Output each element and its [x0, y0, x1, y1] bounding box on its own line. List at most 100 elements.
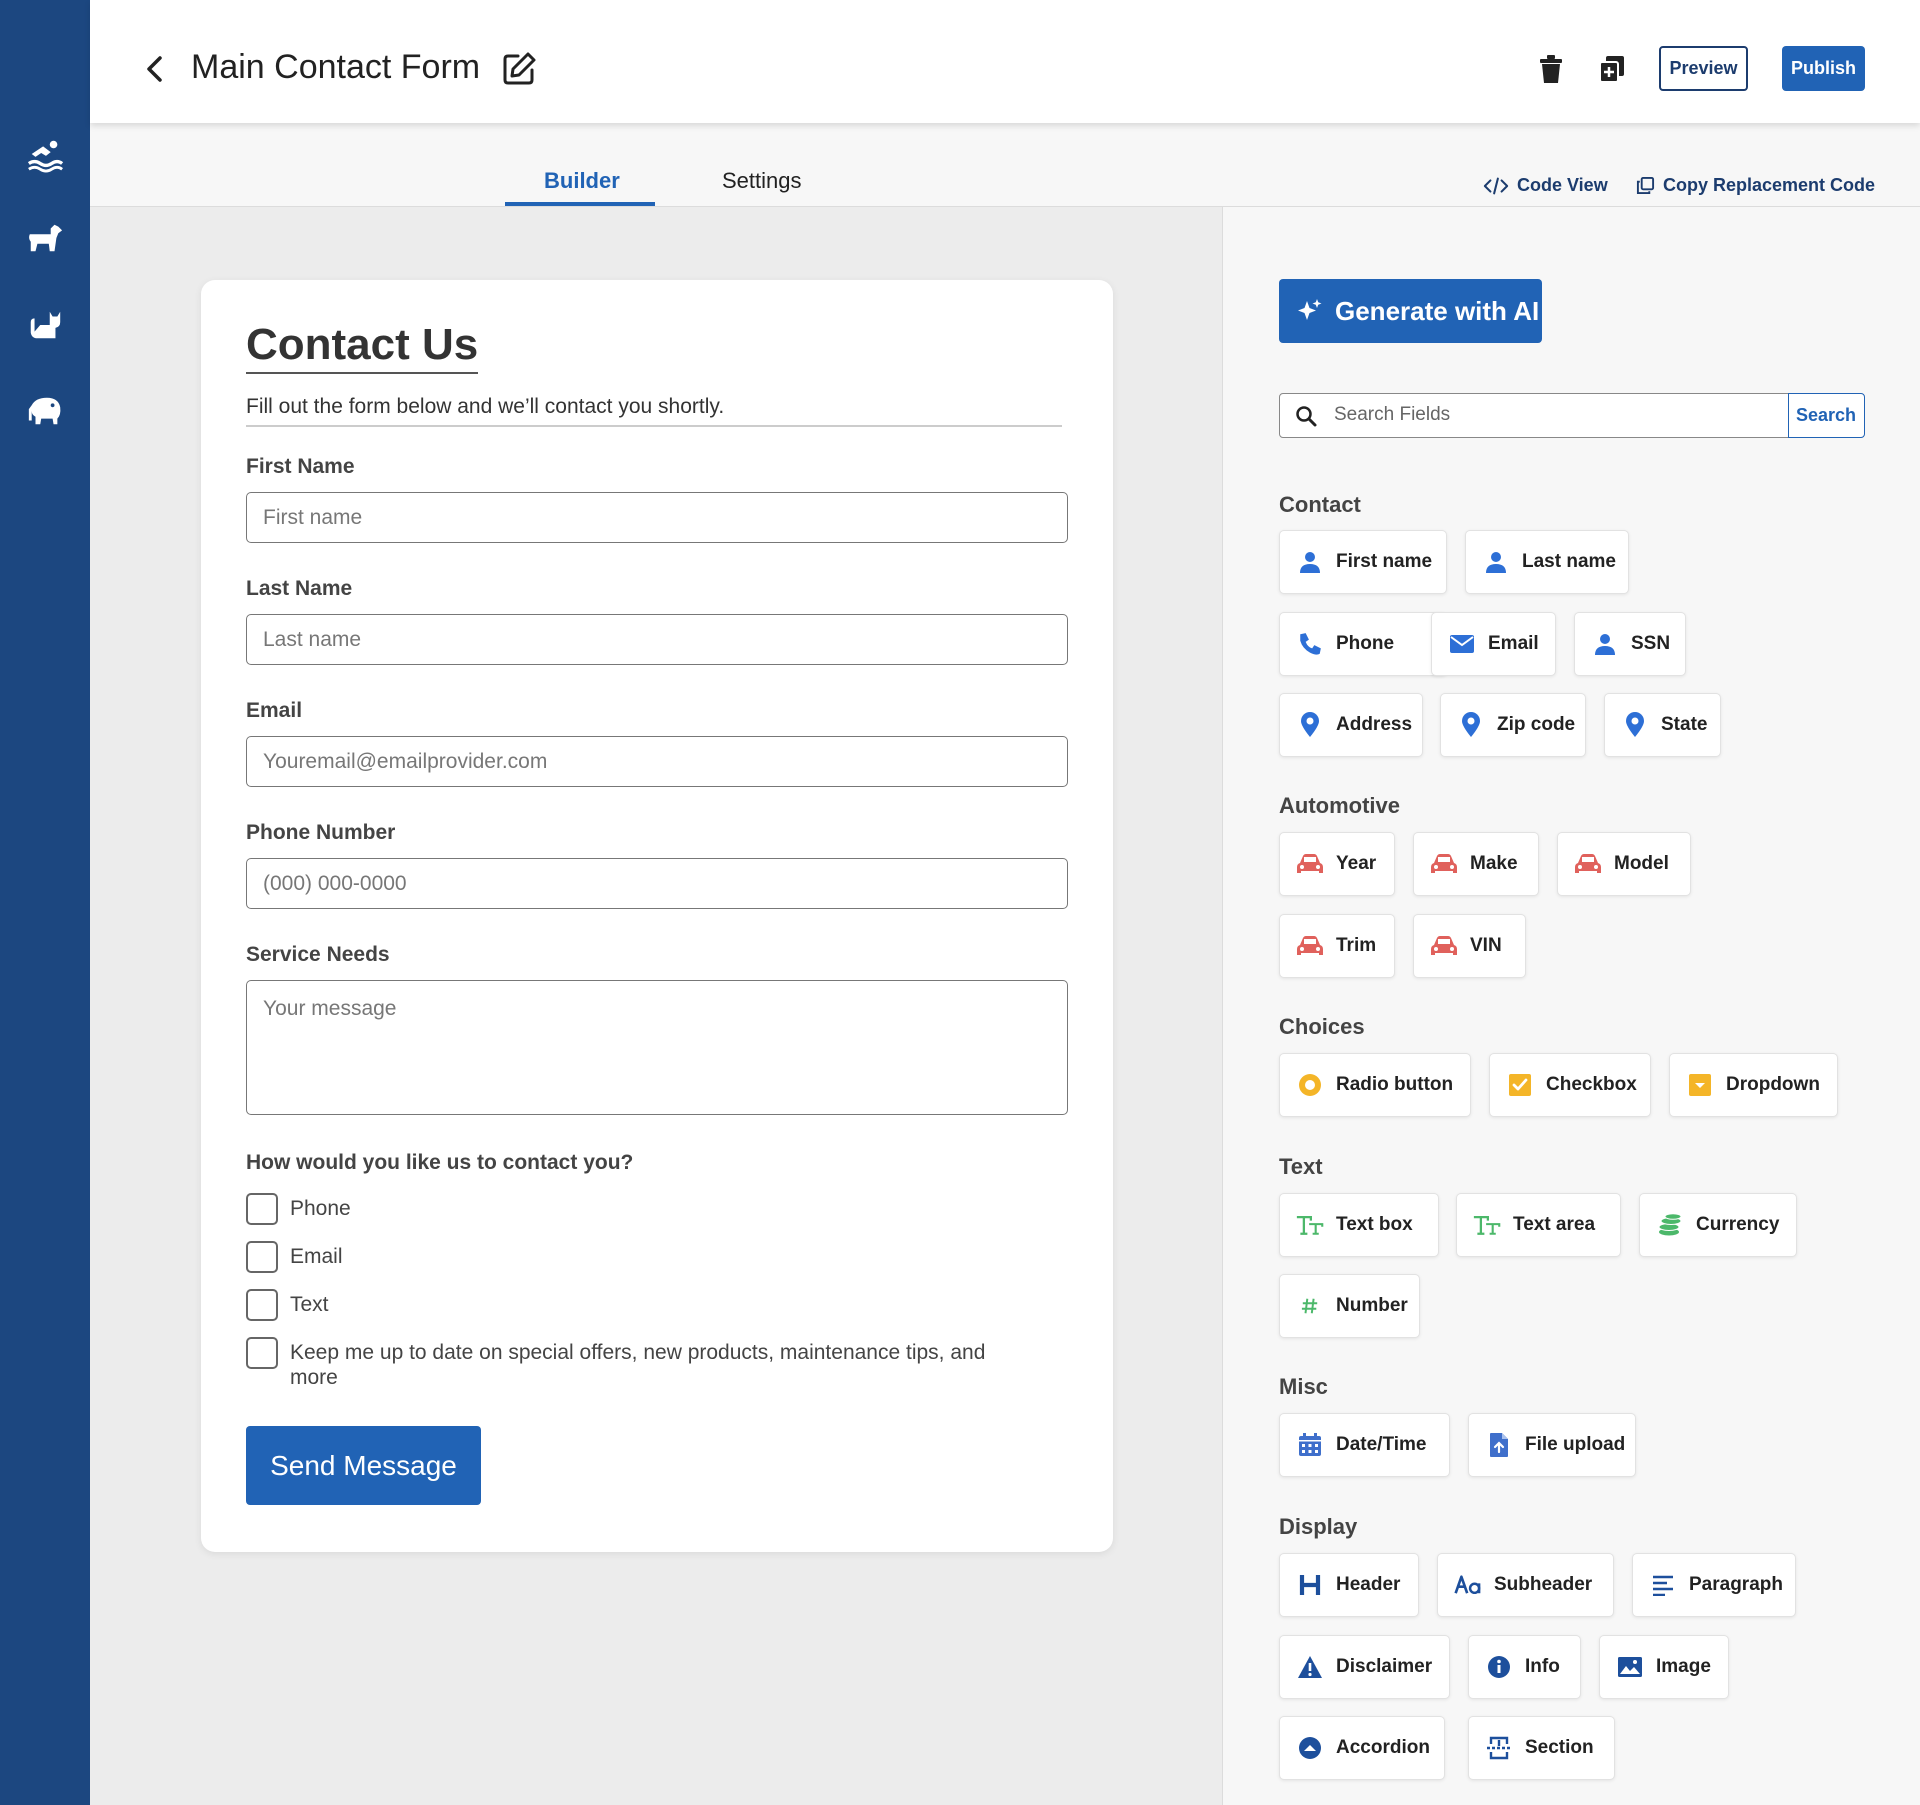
- elephant-icon[interactable]: [26, 392, 64, 430]
- chip-label: State: [1661, 714, 1708, 735]
- chip-label: Section: [1525, 1737, 1594, 1758]
- radio-icon: [1296, 1071, 1324, 1099]
- phone-icon: [1296, 630, 1324, 658]
- copy-replacement-code-link[interactable]: Copy Replacement Code: [1636, 175, 1875, 196]
- header-h-icon: [1296, 1571, 1324, 1599]
- field-chip-ssn[interactable]: SSN: [1574, 612, 1686, 676]
- first-name-input[interactable]: First name: [246, 492, 1068, 543]
- search-fields-box: Search: [1279, 392, 1865, 438]
- car-icon: [1430, 850, 1458, 878]
- calendar-icon: [1296, 1431, 1324, 1459]
- field-chip-disclaimer[interactable]: Disclaimer: [1279, 1635, 1450, 1699]
- code-brackets-icon: [1483, 176, 1509, 196]
- back-arrow-icon[interactable]: [140, 52, 170, 86]
- search-icon: [1294, 404, 1318, 428]
- field-chip-paragraph[interactable]: Paragraph: [1632, 1553, 1796, 1617]
- tab-settings[interactable]: Settings: [722, 168, 802, 194]
- field-chip-checkbox[interactable]: Checkbox: [1489, 1053, 1651, 1117]
- field-chip-year[interactable]: Year: [1279, 832, 1395, 896]
- chip-label: Address: [1336, 714, 1413, 735]
- chip-label: Text box: [1336, 1214, 1413, 1235]
- phone-number-label: Phone Number: [246, 821, 396, 844]
- text-area-icon: [1473, 1211, 1501, 1239]
- checkbox-icon: [1506, 1071, 1534, 1099]
- chip-label: Subheader: [1494, 1574, 1593, 1595]
- form-subtitle[interactable]: Fill out the form below and we’ll contac…: [246, 395, 1062, 427]
- field-chip-subheader[interactable]: Subheader: [1437, 1553, 1614, 1617]
- map-pin-icon: [1296, 711, 1324, 739]
- send-message-button[interactable]: Send Message: [246, 1426, 481, 1505]
- chip-label: Year: [1336, 853, 1377, 874]
- car-icon: [1296, 850, 1324, 878]
- code-view-label: Code View: [1517, 175, 1608, 195]
- field-chip-first-name[interactable]: First name: [1279, 530, 1447, 594]
- generate-with-ai-button[interactable]: Generate with AI: [1279, 279, 1542, 343]
- field-chip-currency[interactable]: Currency: [1639, 1193, 1797, 1257]
- chip-label: Trim: [1336, 935, 1377, 956]
- edit-pencil-icon[interactable]: [500, 50, 538, 88]
- warning-icon: [1296, 1653, 1324, 1681]
- publish-button[interactable]: Publish: [1782, 46, 1865, 91]
- phone-number-input[interactable]: (000) 000-0000: [246, 858, 1068, 909]
- checkbox-text-row[interactable]: Text: [246, 1289, 1036, 1321]
- hash-icon: [1296, 1292, 1324, 1320]
- field-chip-trim[interactable]: Trim: [1279, 914, 1395, 978]
- search-fields-input[interactable]: [1334, 394, 1764, 436]
- field-chip-phone[interactable]: Phone: [1279, 612, 1447, 676]
- category-contact-title: Contact: [1279, 492, 1361, 517]
- field-chip-radio-button[interactable]: Radio button: [1279, 1053, 1471, 1117]
- search-button[interactable]: Search: [1787, 392, 1865, 438]
- user-icon: [1591, 630, 1619, 658]
- duplicate-icon[interactable]: [1597, 53, 1627, 85]
- field-chip-make[interactable]: Make: [1413, 832, 1539, 896]
- code-view-link[interactable]: Code View: [1483, 175, 1608, 196]
- field-chip-last-name[interactable]: Last name: [1465, 530, 1629, 594]
- checkbox-offers[interactable]: [246, 1337, 278, 1369]
- field-chip-section[interactable]: Section: [1468, 1716, 1615, 1780]
- service-needs-label: Service Needs: [246, 943, 390, 966]
- checkbox-email-row[interactable]: Email: [246, 1241, 1036, 1273]
- field-chip-text-box[interactable]: Text box: [1279, 1193, 1439, 1257]
- swimmer-icon[interactable]: [26, 135, 64, 173]
- field-chip-text-area[interactable]: Text area: [1456, 1193, 1621, 1257]
- user-icon: [1482, 548, 1510, 576]
- email-input[interactable]: Youremail@emailprovider.com: [246, 736, 1068, 787]
- checkbox-text[interactable]: [246, 1289, 278, 1321]
- field-chip-number[interactable]: Number: [1279, 1274, 1420, 1338]
- trash-icon[interactable]: [1536, 53, 1566, 85]
- chip-label: VIN: [1470, 935, 1502, 956]
- field-chip-vin[interactable]: VIN: [1413, 914, 1526, 978]
- field-chip-email[interactable]: Email: [1431, 612, 1556, 676]
- checkbox-email[interactable]: [246, 1241, 278, 1273]
- checkbox-text-label: Text: [290, 1293, 329, 1316]
- service-needs-textarea[interactable]: Your message: [246, 980, 1068, 1115]
- car-icon: [1430, 932, 1458, 960]
- field-chip-zip-code[interactable]: Zip code: [1440, 693, 1586, 757]
- field-chip-dropdown[interactable]: Dropdown: [1669, 1053, 1838, 1117]
- field-chip-state[interactable]: State: [1604, 693, 1721, 757]
- field-chip-info[interactable]: Info: [1468, 1635, 1581, 1699]
- checkbox-phone-row[interactable]: Phone: [246, 1193, 1036, 1225]
- field-chip-address[interactable]: Address: [1279, 693, 1423, 757]
- chip-label: Zip code: [1497, 714, 1576, 735]
- field-chip-model[interactable]: Model: [1557, 832, 1691, 896]
- field-chip-image[interactable]: Image: [1599, 1635, 1729, 1699]
- checkbox-phone[interactable]: [246, 1193, 278, 1225]
- tab-builder[interactable]: Builder: [544, 168, 620, 194]
- preview-button[interactable]: Preview: [1659, 46, 1748, 91]
- form-title[interactable]: Contact Us: [246, 320, 479, 374]
- checkbox-offers-row[interactable]: Keep me up to date on special offers, ne…: [246, 1337, 1036, 1390]
- sparkle-icon: [1297, 298, 1323, 324]
- field-chip-file-upload[interactable]: File upload: [1468, 1413, 1636, 1477]
- field-chip-date-time[interactable]: Date/Time: [1279, 1413, 1450, 1477]
- form-preview-card[interactable]: Contact Us Fill out the form below and w…: [201, 280, 1113, 1552]
- chip-label: Currency: [1696, 1214, 1780, 1235]
- cat-icon[interactable]: [26, 306, 64, 344]
- field-chip-accordion[interactable]: Accordion: [1279, 1716, 1445, 1780]
- envelope-icon: [1448, 630, 1476, 658]
- coins-icon: [1656, 1211, 1684, 1239]
- last-name-input[interactable]: Last name: [246, 614, 1068, 665]
- dog-icon[interactable]: [26, 219, 64, 257]
- chip-label: Checkbox: [1546, 1074, 1637, 1095]
- field-chip-header[interactable]: Header: [1279, 1553, 1419, 1617]
